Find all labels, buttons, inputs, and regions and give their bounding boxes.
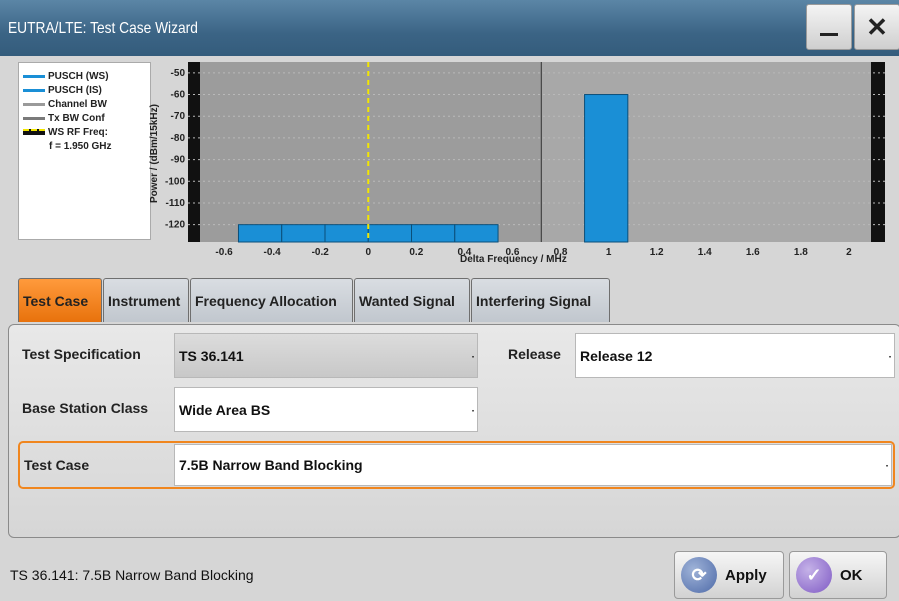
legend-item-channel-bw: Channel BW	[23, 99, 107, 110]
plot-svg: -50 -60 -70 -80 -90 -100 -110 -120 -0.6 -0.4 -0.2 0…	[165, 62, 885, 258]
bs-class-value: Wide Area BS	[179, 401, 271, 418]
title-bar: EUTRA/LTE: Test Case Wizard ✕	[0, 0, 899, 56]
x-tick-label: 1.8	[794, 247, 808, 258]
ok-button[interactable]: ✓ OK	[789, 551, 887, 599]
plot-left-band	[188, 62, 200, 242]
x-tick-label: -0.2	[312, 247, 330, 258]
release-label: Release	[508, 346, 561, 362]
bs-class-label: Base Station Class	[22, 400, 149, 416]
test-case-select[interactable]: 7.5B Narrow Band Blocking ·	[174, 444, 892, 486]
bs-class-select[interactable]: Wide Area BS ·	[174, 387, 478, 432]
test-spec-label: Test Specification	[22, 346, 141, 362]
status-text: TS 36.141: 7.5B Narrow Band Blocking	[10, 567, 254, 583]
y-tick-label: -60	[171, 90, 186, 101]
test-case-value: 7.5B Narrow Band Blocking	[179, 457, 363, 473]
x-tick-label: 0	[365, 247, 371, 258]
x-axis-label: Delta Frequency / MHz	[460, 254, 567, 265]
window-title: EUTRA/LTE: Test Case Wizard	[8, 20, 198, 37]
minimize-button[interactable]	[806, 4, 852, 50]
x-tick-label: 2	[846, 247, 852, 258]
dropdown-indicator-icon: ·	[471, 352, 475, 363]
legend-swatch	[23, 88, 45, 92]
y-tick-label: -100	[165, 176, 185, 187]
dropdown-indicator-icon: ·	[471, 406, 475, 417]
tab-instrument[interactable]: Instrument	[103, 278, 189, 322]
legend-item-frequency: f = 1.950 GHz	[49, 141, 112, 152]
y-tick-label: -50	[171, 68, 186, 79]
apply-button[interactable]: ⟳ Apply	[674, 551, 784, 599]
x-tick-label: 1.4	[698, 247, 712, 258]
spectrum-bar	[281, 224, 326, 243]
legend-swatch	[23, 116, 45, 120]
spectrum-bar	[454, 224, 499, 243]
channel-bw-region	[200, 62, 542, 242]
legend-item-ws-rf-freq: WS RF Freq:	[23, 127, 108, 138]
test-spec-value: TS 36.141	[179, 347, 244, 364]
close-icon: ✕	[866, 11, 888, 42]
tab-interfering-signal[interactable]: Interfering Signal	[471, 278, 610, 322]
close-button[interactable]: ✕	[854, 4, 899, 50]
legend-item-pusch-ws: PUSCH (WS)	[23, 71, 109, 82]
y-tick-label: -120	[165, 220, 185, 231]
x-tick-label: 0.2	[409, 247, 423, 258]
y-tick-label: -80	[171, 133, 186, 144]
release-value: Release 12	[580, 347, 653, 364]
spectrum-bar	[411, 224, 456, 243]
dropdown-indicator-icon: ·	[888, 352, 892, 363]
dropdown-indicator-icon: ·	[885, 461, 889, 472]
x-tick-label: 1.2	[650, 247, 664, 258]
test-spec-select[interactable]: TS 36.141 ·	[174, 333, 478, 378]
x-tick-label: -0.6	[215, 247, 233, 258]
tab-test-case[interactable]: Test Case	[18, 278, 102, 322]
y-tick-label: -70	[171, 111, 186, 122]
legend-swatch	[23, 102, 45, 106]
apply-label: Apply	[725, 566, 767, 584]
legend-item-pusch-is: PUSCH (IS)	[23, 85, 102, 96]
x-tick-label: 1	[606, 247, 612, 258]
spectrum-bar	[237, 224, 283, 243]
y-tick-label: -90	[171, 155, 186, 166]
check-icon: ✓	[796, 557, 832, 593]
tab-wanted-signal[interactable]: Wanted Signal	[354, 278, 470, 322]
tab-bar: Test Case Instrument Frequency Allocatio…	[18, 278, 611, 322]
apply-icon: ⟳	[681, 557, 717, 593]
x-tick-label: -0.4	[264, 247, 282, 258]
legend-item-tx-bw-conf: Tx BW Conf	[23, 113, 105, 124]
spectrum-plot: Power / (dBm/15kHz) -50 -60 -70 -80 -90 -100-…	[149, 62, 885, 272]
legend-swatch	[23, 74, 45, 78]
plot-right-band	[871, 62, 885, 242]
release-select[interactable]: Release 12 ·	[575, 333, 895, 378]
tab-frequency-allocation[interactable]: Frequency Allocation	[190, 278, 353, 322]
legend-swatch	[23, 129, 45, 136]
spectrum-bar	[324, 224, 369, 243]
x-tick-label: 1.6	[746, 247, 760, 258]
minimize-icon	[820, 32, 838, 36]
spectrum-bar	[584, 94, 629, 243]
y-tick-label: -110	[166, 198, 186, 209]
spectrum-bar	[367, 224, 413, 243]
graph-legend: PUSCH (WS) PUSCH (IS) Channel BW Tx BW C…	[18, 62, 151, 240]
ok-label: OK	[840, 566, 863, 584]
test-case-label: Test Case	[24, 457, 90, 473]
